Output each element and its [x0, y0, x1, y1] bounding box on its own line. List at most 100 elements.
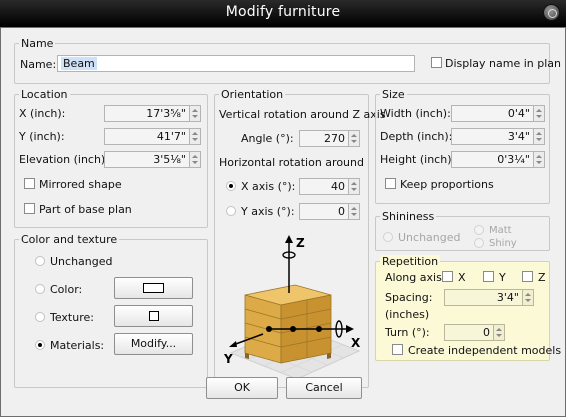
- x-label: X (inch):: [19, 107, 66, 120]
- angle-stepper[interactable]: [349, 130, 360, 147]
- shiny-radio[interactable]: [474, 238, 484, 248]
- orientation-group: Orientation Vertical rotation around Z a…: [214, 88, 386, 388]
- width-input[interactable]: 0'4": [451, 105, 534, 122]
- shininess-unchanged-radio[interactable]: [383, 232, 393, 242]
- name-legend: Name: [19, 37, 56, 50]
- independent-models-label: Create independent models: [408, 344, 562, 357]
- unchanged-radio[interactable]: [35, 256, 45, 266]
- repeat-z-label: Z: [538, 271, 546, 284]
- location-group: Location X (inch): 17'3⅝" Y (inch): 41'7…: [14, 88, 208, 228]
- name-input[interactable]: Beam: [57, 55, 415, 72]
- color-radio[interactable]: [35, 284, 45, 294]
- name-group: Name Name: Beam Display name in plan: [14, 37, 561, 84]
- location-legend: Location: [19, 88, 70, 101]
- x-stepper[interactable]: [190, 105, 201, 122]
- repeat-x-checkbox[interactable]: [442, 271, 453, 282]
- repeat-y-checkbox[interactable]: [483, 271, 494, 282]
- materials-label: Materials:: [50, 339, 105, 352]
- color-button[interactable]: [114, 277, 193, 299]
- mirrored-label: Mirrored shape: [39, 178, 122, 191]
- y-axis-input[interactable]: 0: [299, 203, 349, 220]
- base-plan-label: Part of base plan: [39, 203, 132, 216]
- y-axis-stepper[interactable]: [349, 203, 360, 220]
- name-label: Name:: [20, 58, 57, 71]
- shininess-legend: Shininess: [380, 210, 437, 223]
- width-stepper[interactable]: [534, 105, 545, 122]
- repeat-x-label: X: [458, 271, 466, 284]
- repetition-legend: Repetition: [380, 255, 441, 268]
- size-legend: Size: [380, 88, 407, 101]
- turn-label: Turn (°):: [385, 326, 430, 339]
- x-axis-label: X axis (°):: [241, 180, 296, 193]
- height-input[interactable]: 0'3¼": [451, 151, 534, 168]
- vertical-rotation-label: Vertical rotation around Z axis: [219, 108, 386, 121]
- y-label: Y (inch):: [19, 130, 65, 143]
- spacing-stepper[interactable]: [523, 289, 534, 306]
- elevation-stepper[interactable]: [190, 151, 201, 168]
- dresser-preview-icon: Z X Y: [223, 235, 361, 380]
- texture-radio[interactable]: [35, 312, 45, 322]
- spacing-input[interactable]: 3'4": [444, 289, 523, 306]
- horizontal-rotation-label: Horizontal rotation around: [219, 156, 364, 169]
- texture-label: Texture:: [50, 311, 94, 324]
- x-axis-preview-label: X: [351, 336, 361, 350]
- shininess-group: Shininess Unchanged Matt Shiny: [375, 210, 550, 251]
- keep-proportions-label: Keep proportions: [400, 178, 494, 191]
- height-label: Height (inch):: [380, 153, 456, 166]
- depth-stepper[interactable]: [534, 128, 545, 145]
- x-input[interactable]: 17'3⅝": [104, 105, 190, 122]
- ok-button[interactable]: OK: [206, 377, 278, 399]
- depth-input[interactable]: 3'4": [451, 128, 534, 145]
- unchanged-label: Unchanged: [50, 255, 113, 268]
- display-name-checkbox[interactable]: [431, 57, 442, 68]
- y-stepper[interactable]: [190, 128, 201, 145]
- x-axis-input[interactable]: 40: [299, 178, 349, 195]
- turn-stepper[interactable]: [494, 324, 505, 341]
- repeat-z-checkbox[interactable]: [522, 271, 533, 282]
- color-swatch: [143, 283, 164, 293]
- keep-proportions-checkbox[interactable]: [385, 178, 396, 189]
- window-title: Modify furniture: [225, 4, 341, 20]
- repetition-group: Repetition Along axis: X Y Z Spacing: (i…: [375, 255, 561, 361]
- name-input-value: Beam: [61, 57, 97, 70]
- independent-models-checkbox[interactable]: [392, 344, 403, 355]
- matt-label: Matt: [489, 225, 512, 236]
- angle-label: Angle (°):: [241, 132, 294, 145]
- title-bar[interactable]: Modify furniture: [0, 0, 566, 27]
- close-icon[interactable]: [543, 4, 560, 21]
- orientation-legend: Orientation: [219, 88, 286, 101]
- base-plan-checkbox[interactable]: [24, 203, 35, 214]
- y-input[interactable]: 41'7": [104, 128, 190, 145]
- x-axis-radio[interactable]: [226, 181, 236, 191]
- texture-swatch: [149, 311, 159, 321]
- elevation-input[interactable]: 3'5⅛": [104, 151, 190, 168]
- angle-input[interactable]: 270: [299, 130, 349, 147]
- y-axis-radio[interactable]: [226, 206, 236, 216]
- shininess-unchanged-label: Unchanged: [398, 231, 461, 244]
- color-label: Color:: [50, 283, 83, 296]
- spacing-label: Spacing:: [385, 291, 433, 304]
- elevation-label: Elevation (inch):: [19, 153, 109, 166]
- repeat-y-label: Y: [499, 271, 506, 284]
- cancel-button[interactable]: Cancel: [286, 377, 362, 399]
- shiny-label: Shiny: [489, 238, 517, 249]
- materials-modify-button[interactable]: Modify...: [114, 333, 193, 355]
- modify-furniture-dialog: Name Name: Beam Display name in plan Loc…: [0, 27, 566, 417]
- display-name-label: Display name in plan: [445, 57, 562, 70]
- size-group: Size Width (inch): 0'4" Depth (inch): 3'…: [375, 88, 550, 204]
- width-label: Width (inch):: [380, 107, 451, 120]
- x-axis-stepper[interactable]: [349, 178, 360, 195]
- along-axis-label: Along axis:: [385, 271, 446, 284]
- z-axis-label: Z: [296, 236, 305, 250]
- y-axis-label: Y axis (°):: [241, 205, 295, 218]
- texture-button[interactable]: [114, 305, 193, 327]
- mirrored-checkbox[interactable]: [24, 178, 35, 189]
- depth-label: Depth (inch):: [380, 130, 453, 143]
- height-stepper[interactable]: [534, 151, 545, 168]
- color-texture-legend: Color and texture: [19, 233, 120, 246]
- y-axis-preview-label: Y: [223, 352, 233, 366]
- turn-input[interactable]: 0: [444, 324, 494, 341]
- spacing-unit-label: (inches): [385, 308, 430, 321]
- materials-radio[interactable]: [35, 340, 45, 350]
- matt-radio[interactable]: [474, 225, 484, 235]
